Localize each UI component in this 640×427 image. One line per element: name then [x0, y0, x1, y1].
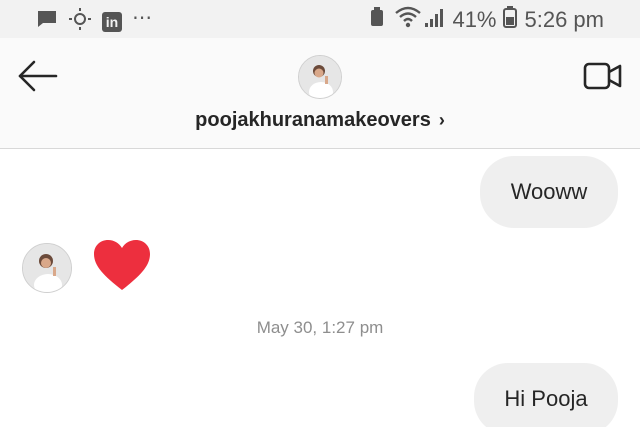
brightness-icon [68, 8, 92, 35]
sender-avatar[interactable] [22, 243, 72, 293]
video-call-button[interactable] [582, 58, 626, 94]
status-bar: in ⋯ 41% 5:26 pm [0, 0, 640, 38]
chevron-right-icon: › [438, 110, 445, 130]
battery-percent: 41% [452, 6, 497, 32]
linkedin-icon: in [102, 11, 122, 32]
status-bar-left: in ⋯ [36, 7, 153, 35]
message-bubble-sent[interactable]: Hi Pooja [474, 363, 618, 427]
profile-photo-icon [23, 244, 71, 292]
wifi-icon [394, 6, 422, 33]
heart-reaction-message[interactable] [92, 238, 152, 294]
signal-icon [424, 6, 444, 33]
heart-icon [94, 240, 150, 290]
battery-icon [502, 6, 517, 33]
username-label: poojakhuranamakeovers [195, 109, 431, 131]
more-dots-icon: ⋯ [132, 7, 153, 29]
header-avatar[interactable] [298, 55, 342, 99]
back-button[interactable] [16, 56, 60, 96]
battery-saver-icon [370, 7, 384, 32]
message-bubble-sent[interactable]: Wooww [480, 156, 618, 228]
profile-username-link[interactable]: poojakhuranamakeovers › [0, 109, 640, 132]
video-camera-icon [583, 62, 622, 90]
message-timestamp: May 30, 1:27 pm [256, 318, 384, 337]
message-text: Hi Pooja [504, 386, 588, 411]
status-bar-right: 41% 5:26 pm [370, 6, 604, 33]
profile-photo-icon [299, 56, 341, 98]
message-text: Wooww [510, 179, 588, 204]
chat-header: poojakhuranamakeovers › [0, 38, 640, 149]
chat-bubble-icon [36, 9, 58, 34]
back-arrow-icon [18, 60, 58, 92]
clock-time: 5:26 pm [524, 6, 605, 32]
